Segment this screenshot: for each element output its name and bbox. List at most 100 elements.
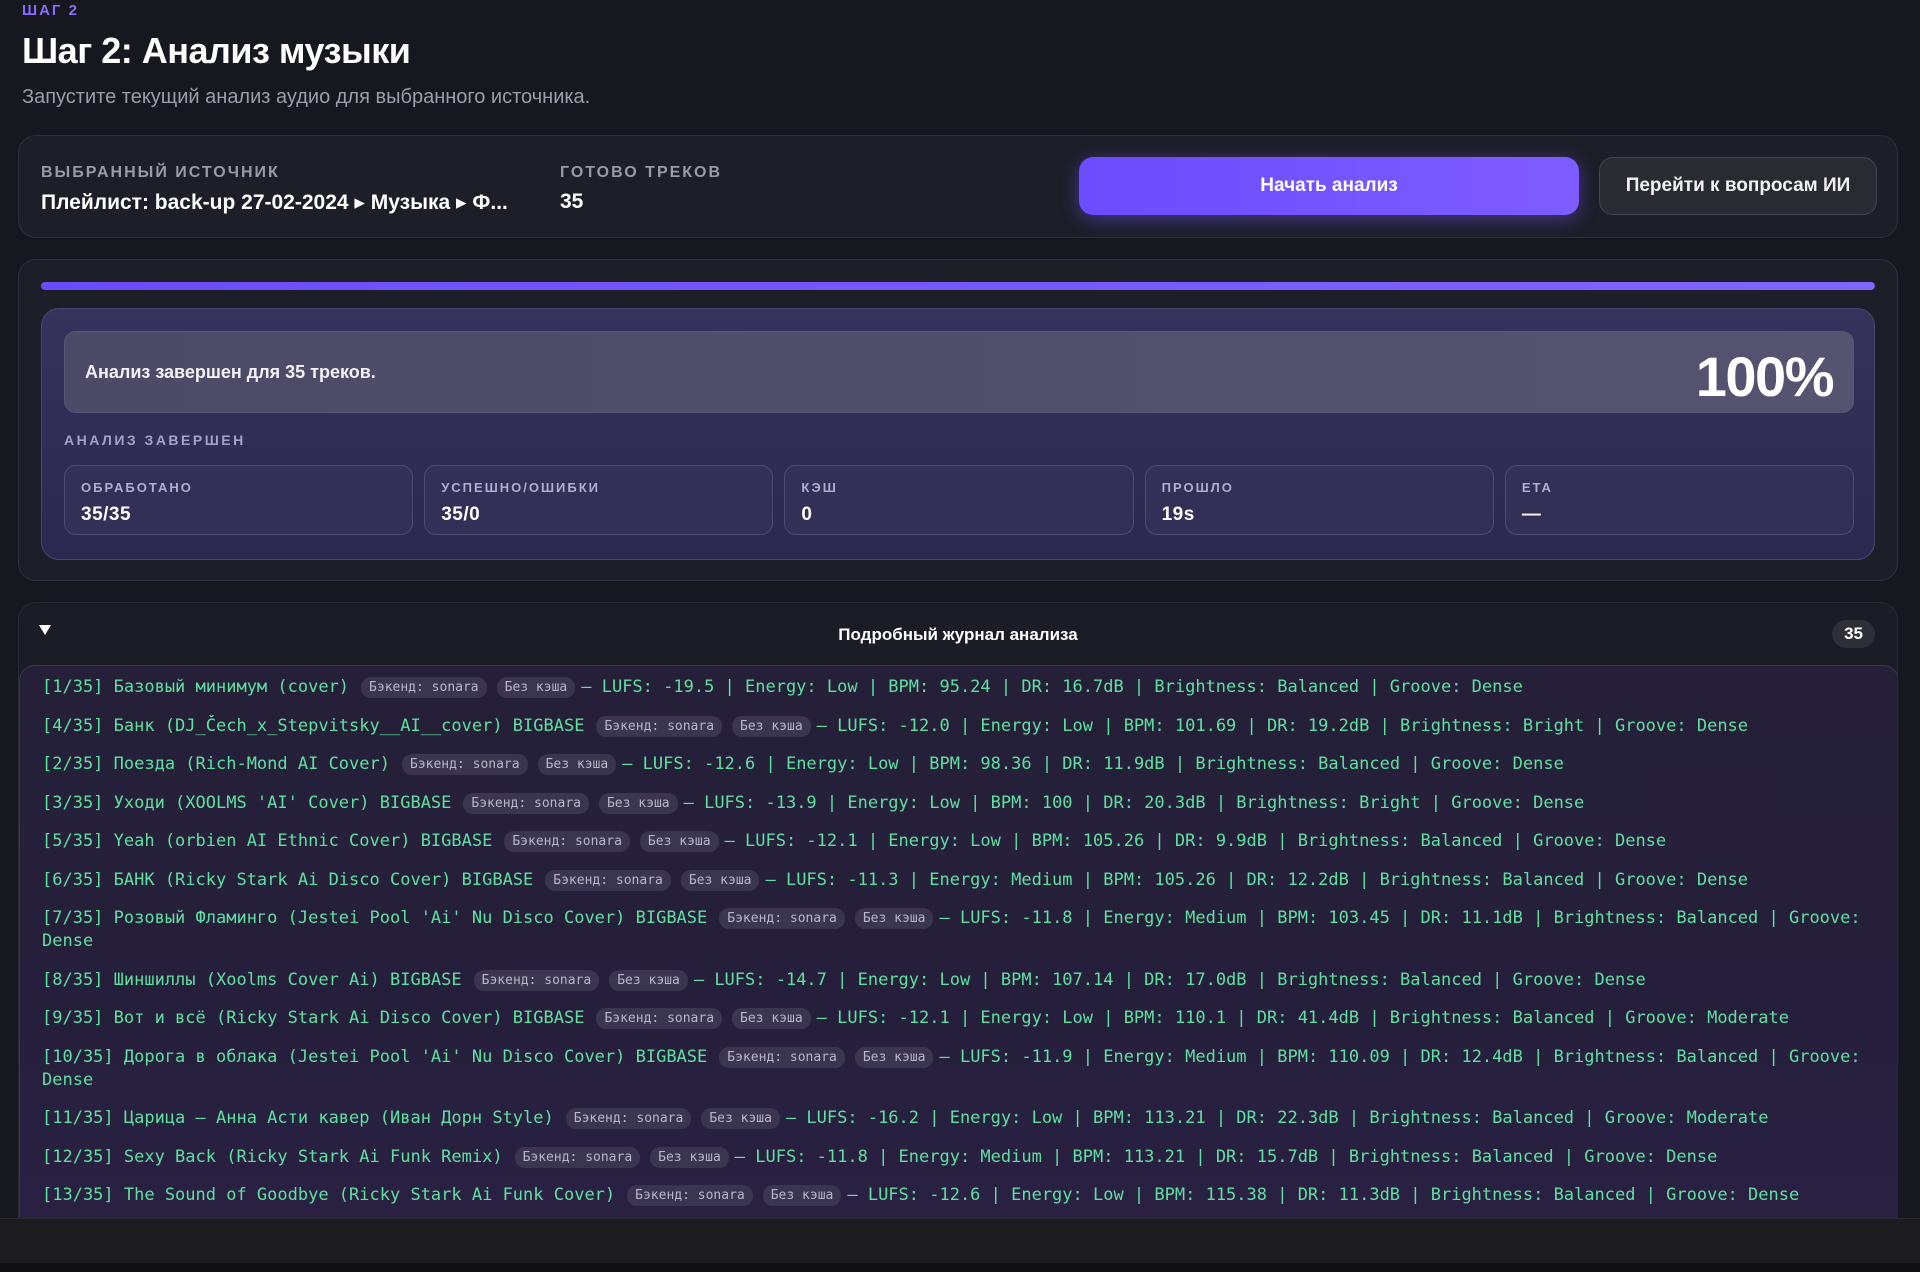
backend-chip: Бэкенд: sonara [504, 831, 630, 852]
cache-chip: Без кэша [732, 715, 811, 737]
selected-source: ВЫБРАННЫЙ ИСТОЧНИК Плейлист: back-up 27-… [41, 164, 508, 215]
backend-chip: Бэкенд: sonara [545, 869, 671, 891]
cache-chip: Без кэша [854, 908, 934, 929]
log-metrics: — LUFS: -12.6 | Energy: Low | BPM: 98.36… [622, 754, 1564, 774]
bottom-strip [0, 1218, 1920, 1272]
ready-tracks-value: 35 [560, 190, 584, 213]
log-line: [5/35] Yeah (orbien AI Ethnic Cover) BIG… [42, 830, 1876, 853]
stat-success-errors: УСПЕШНО/ОШИБКИ 35/0 [424, 465, 774, 535]
stat-label: КЭШ [801, 480, 838, 495]
status-text: Анализ завершен для 35 треков. [85, 362, 376, 382]
log-line: [9/35] Вот и всё (Ricky Stark Ai Disco C… [42, 1007, 1876, 1030]
log-count-badge: 35 [1832, 620, 1875, 648]
selected-source-label: ВЫБРАННЫЙ ИСТОЧНИК [41, 164, 280, 181]
backend-chip: Бэкенд: sonara [565, 1108, 692, 1129]
backend-chip: Бэкенд: sonara [361, 677, 487, 698]
backend-chip: Бэкенд: sonara [514, 1146, 641, 1168]
backend-chip: Бэкенд: sonara [596, 1008, 723, 1029]
log-track-title: [3/35] Уходи (XOOLMS 'AI' Cover) BIGBASE [42, 792, 452, 813]
log-track-title: [7/35] Розовый Фламинго (Jestei Pool 'Ai… [42, 908, 708, 928]
backend-chip: Бэкенд: sonara [463, 792, 589, 814]
status-panel: Анализ завершен для 35 треков. 100% АНАЛ… [41, 308, 1875, 560]
backend-chip: Бэкенд: sonara [402, 754, 528, 775]
selected-source-value: Плейлист: back-up 27-02-2024 ▸ Музыка ▸ … [41, 191, 508, 214]
stat-elapsed: ПРОШЛО 19s [1144, 465, 1494, 535]
bottom-ghost-bar [0, 1263, 1920, 1272]
log-track-title: [8/35] Шиншиллы (Xoolms Cover Ai) BIGBAS… [42, 969, 462, 990]
log-line: [7/35] Розовый Фламинго (Jestei Pool 'Ai… [42, 907, 1876, 953]
page-subtitle: Запустите текущий анализ аудио для выбра… [22, 86, 591, 108]
log-metrics: — LUFS: -11.3 | Energy: Medium | BPM: 10… [765, 869, 1749, 890]
source-card: ВЫБРАННЫЙ ИСТОЧНИК Плейлист: back-up 27-… [18, 135, 1898, 238]
cache-chip: Без кэша [762, 1185, 842, 1206]
log-track-title: [13/35] The Sound of Goodbye (Ricky Star… [42, 1185, 616, 1205]
log-metrics: — LUFS: -12.1 | Energy: Low | BPM: 110.1… [816, 1008, 1789, 1028]
stat-value: 35/35 [81, 504, 132, 525]
stat-label: УСПЕШНО/ОШИБКИ [441, 480, 601, 495]
log-line: [2/35] Поезда (Rich-Mond AI Cover) Бэкенд… [42, 753, 1876, 776]
progress-card: Анализ завершен для 35 треков. 100% АНАЛ… [18, 259, 1898, 581]
go-to-ai-questions-button[interactable]: Перейти к вопросам ИИ [1599, 157, 1877, 215]
log-track-title: [12/35] Sexy Back (Ricky Stark Ai Funk R… [42, 1146, 503, 1167]
overall-progress-fill [41, 282, 1875, 290]
cache-chip: Без кэша [732, 1008, 811, 1029]
log-track-title: [4/35] Банк (DJ_Čech_x_Stepvitsky__AI__c… [42, 715, 585, 736]
step-tag: ШАГ 2 [22, 2, 79, 19]
status-progress-bar: Анализ завершен для 35 треков. 100% [64, 331, 1854, 413]
log-track-title: [9/35] Вот и всё (Ricky Stark Ai Disco C… [42, 1008, 585, 1028]
stat-label: ETA [1521, 480, 1553, 495]
stat-eta: ETA — [1504, 465, 1855, 535]
log-metrics: — LUFS: -19.5 | Energy: Low | BPM: 95.24… [581, 677, 1523, 697]
log-line: [8/35] Шиншиллы (Xoolms Cover Ai) BIGBAS… [42, 969, 1876, 992]
cache-chip: Без кэша [701, 1108, 780, 1129]
log-metrics: — LUFS: -12.6 | Energy: Low | BPM: 115.3… [847, 1185, 1800, 1205]
log-line: [10/35] Дорога в облака (Jestei Pool 'Ai… [42, 1046, 1876, 1092]
analysis-page: ШАГ 2 Шаг 2: Анализ музыки Запустите тек… [0, 0, 1920, 1272]
log-title: Подробный журнал анализа [838, 625, 1078, 644]
log-line: [3/35] Уходи (XOOLMS 'AI' Cover) BIGBASE… [42, 792, 1876, 815]
cache-chip: Без кэша [680, 869, 760, 891]
log-body[interactable]: [1/35] Базовый минимум (cover) Бэкенд: so… [19, 665, 1897, 1217]
ready-tracks: ГОТОВО ТРЕКОВ 35 [560, 164, 722, 214]
log-track-title: [10/35] Дорога в облака (Jestei Pool 'Ai… [42, 1046, 708, 1067]
log-line: [4/35] Банк (DJ_Čech_x_Stepvitsky__AI__c… [42, 715, 1876, 738]
page-title: Шаг 2: Анализ музыки [22, 30, 411, 71]
ready-tracks-label: ГОТОВО ТРЕКОВ [560, 164, 723, 181]
stat-label: ПРОШЛО [1161, 480, 1234, 495]
backend-chip: Бэкенд: sonara [719, 1046, 845, 1068]
log-track-title: [11/35] Царица – Анна Асти кавер (Иван Д… [42, 1108, 554, 1128]
overall-progress-bar [41, 282, 1875, 290]
stat-processed: ОБРАБОТАНО 35/35 [64, 465, 414, 535]
log-track-title: [6/35] БАНК (Ricky Stark Ai Disco Cover)… [42, 869, 534, 890]
log-metrics: — LUFS: -12.0 | Energy: Low | BPM: 101.6… [816, 715, 1749, 736]
cache-chip: Без кэша [609, 969, 688, 991]
log-metrics: — LUFS: -16.2 | Energy: Low | BPM: 113.2… [785, 1108, 1769, 1128]
stat-value: 0 [801, 504, 813, 525]
analysis-log: Подробный журнал анализа 35 [1/35] Базов… [18, 602, 1898, 1218]
log-metrics: — LUFS: -13.9 | Energy: Low | BPM: 100 |… [683, 792, 1585, 813]
stats-row: ОБРАБОТАНО 35/35 УСПЕШНО/ОШИБКИ 35/0 КЭШ… [64, 465, 1855, 535]
backend-chip: Бэкенд: sonara [719, 908, 845, 929]
backend-chip: Бэкенд: sonara [596, 715, 723, 737]
log-line: [6/35] БАНК (Ricky Stark Ai Disco Cover)… [42, 869, 1876, 892]
log-metrics: — LUFS: -11.8 | Energy: Medium | BPM: 11… [734, 1146, 1718, 1167]
stat-label: ОБРАБОТАНО [81, 480, 193, 495]
log-line: [13/35] The Sound of Goodbye (Ricky Star… [42, 1184, 1876, 1207]
log-line: [11/35] Царица – Анна Асти кавер (Иван Д… [42, 1107, 1876, 1130]
log-metrics: — LUFS: -14.7 | Energy: Low | BPM: 107.1… [693, 969, 1646, 990]
log-line: [12/35] Sexy Back (Ricky Stark Ai Funk R… [42, 1146, 1876, 1169]
log-line: [1/35] Базовый минимум (cover) Бэкенд: so… [42, 676, 1876, 699]
log-track-title: [5/35] Yeah (orbien AI Ethnic Cover) BIG… [42, 831, 493, 851]
log-metrics: — LUFS: -12.1 | Energy: Low | BPM: 105.2… [724, 831, 1667, 851]
cache-chip: Без кэша [639, 831, 719, 852]
log-track-title: [1/35] Базовый минимум (cover) [42, 677, 350, 697]
stat-value: 35/0 [441, 504, 481, 525]
backend-chip: Бэкенд: sonara [473, 969, 600, 991]
stat-value: — [1521, 504, 1542, 525]
cache-chip: Без кэша [496, 677, 576, 698]
log-header-toggle[interactable]: Подробный журнал анализа 35 [19, 603, 1897, 663]
stat-cache: КЭШ 0 [784, 465, 1134, 535]
backend-chip: Бэкенд: sonara [627, 1185, 753, 1206]
cache-chip: Без кэша [854, 1046, 934, 1068]
start-analysis-button[interactable]: Начать анализ [1079, 157, 1579, 215]
